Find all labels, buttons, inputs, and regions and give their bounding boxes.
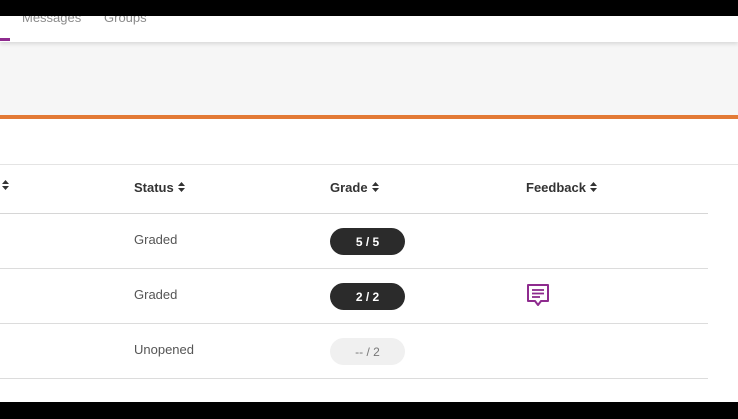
sort-icon [589,181,597,194]
active-tab-indicator [0,38,10,41]
sort-icon [2,180,9,192]
column-header-label: Feedback [526,180,586,195]
page-viewport: Messages Groups Status Grade Feedback Gr… [0,16,738,402]
column-header-truncated[interactable] [0,180,9,192]
table-header-row: Status Grade Feedback [0,165,708,214]
column-header-status[interactable]: Status [134,180,185,195]
table-row[interactable]: Unopened -- / 2 [0,324,708,379]
top-navigation: Messages Groups [0,16,738,42]
table-row[interactable]: Graded 5 / 5 [0,214,708,269]
column-header-label: Grade [330,180,368,195]
grade-pill: 2 / 2 [330,283,405,310]
column-header-label: Status [134,180,174,195]
status-cell: Graded [134,232,178,247]
tab-messages[interactable]: Messages [22,16,81,25]
grade-pill: -- / 2 [330,338,405,365]
sort-icon [371,181,379,194]
status-cell: Graded [134,287,178,302]
grade-pill: 5 / 5 [330,228,405,255]
course-banner [0,42,738,115]
column-header-feedback[interactable]: Feedback [526,180,597,195]
banner-accent-bar [0,115,738,119]
sort-icon [177,181,185,194]
feedback-comment-icon[interactable] [526,283,550,309]
column-header-grade[interactable]: Grade [330,180,379,195]
table-row[interactable]: Graded 2 / 2 [0,269,708,324]
status-cell: Unopened [134,342,194,357]
tab-groups[interactable]: Groups [104,16,147,25]
